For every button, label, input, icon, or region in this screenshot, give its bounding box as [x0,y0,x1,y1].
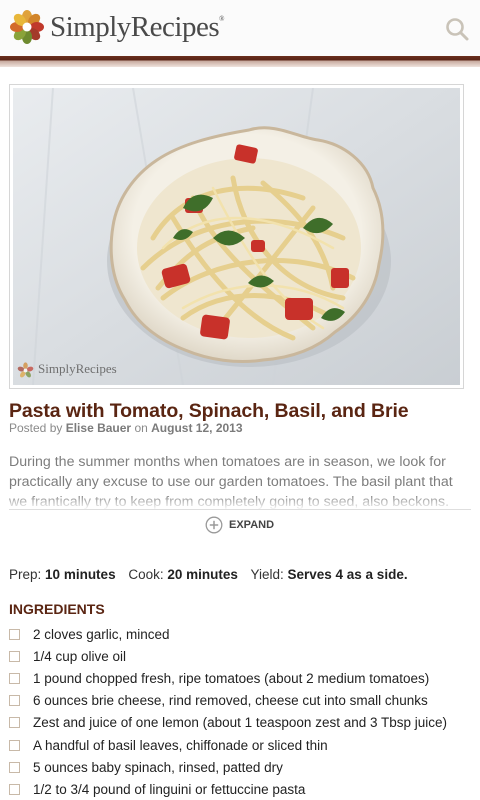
ingredient-text: 1 pound chopped fresh, ripe tomatoes (ab… [33,670,430,686]
expand-label: EXPAND [229,519,275,531]
plus-circle-icon [205,516,223,534]
ingredient-text: 1/4 cup olive oil [33,648,127,664]
ingredient-text: A handful of basil leaves, chiffonade or… [33,737,328,753]
ingredient-checkbox[interactable] [9,717,20,729]
pasta-bowl-image [13,88,460,385]
ingredient-item[interactable]: 1 pound chopped fresh, ripe tomatoes (ab… [9,667,474,689]
watermark-flower-icon [17,362,34,378]
ingredient-checkbox[interactable] [9,672,20,684]
ingredient-text: 2 cloves garlic, minced [33,626,170,642]
ingredient-item[interactable]: Zest and juice of one lemon (about 1 tea… [9,712,474,734]
flower-logo-icon[interactable] [9,9,45,45]
recipe-meta: Prep: 10 minutes Cook: 20 minutes Yield:… [9,567,408,582]
ingredient-item[interactable]: 1/2 to 3/4 pound of linguini or fettucci… [9,778,474,800]
ingredients-heading: INGREDIENTS [9,601,105,617]
recipe-title: Pasta with Tomato, Spinach, Basil, and B… [9,400,409,422]
ingredient-item[interactable]: 1/4 cup olive oil [9,645,474,667]
ingredient-item[interactable]: 6 ounces brie cheese, rind removed, chee… [9,690,474,712]
cook-label: Cook: [128,567,164,582]
ingredient-item[interactable]: 5 ounces baby spinach, rinsed, patted dr… [9,756,474,778]
ingredients-list: 2 cloves garlic, minced 1/4 cup olive oi… [9,623,474,800]
search-icon[interactable] [444,16,470,42]
recipe-photo [9,84,464,389]
intro-divider [9,509,471,510]
ingredient-checkbox[interactable] [9,761,20,773]
ingredient-checkbox[interactable] [9,739,20,751]
ingredient-checkbox[interactable] [9,783,20,795]
ingredient-item[interactable]: A handful of basil leaves, chiffonade or… [9,734,474,756]
brand-logo-text[interactable]: SimplyRecipes® [50,11,224,44]
ingredient-text: Zest and juice of one lemon (about 1 tea… [33,715,448,731]
ingredient-checkbox[interactable] [9,628,20,640]
recipe-intro: During the summer months when tomatoes a… [9,452,471,510]
ingredient-item[interactable]: 2 cloves garlic, minced [9,623,474,645]
prep-label: Prep: [9,567,42,582]
ingredient-text: 6 ounces brie cheese, rind removed, chee… [33,693,428,709]
cook-value: 20 minutes [167,567,238,582]
byline: Posted by Elise Bauer on August 12, 2013 [9,421,243,435]
ingredient-text: 1/2 to 3/4 pound of linguini or fettucci… [33,781,306,797]
yield-value: Serves 4 as a side. [287,567,408,582]
author-link[interactable]: Elise Bauer [66,421,131,435]
photo-watermark: SimplyRecipes [38,361,117,376]
intro-fade [9,494,471,510]
ingredient-text: 5 ounces baby spinach, rinsed, patted dr… [33,759,283,775]
ingredient-checkbox[interactable] [9,650,20,662]
expand-button[interactable]: EXPAND [205,516,274,534]
yield-label: Yield: [250,567,284,582]
ingredient-checkbox[interactable] [9,695,20,707]
post-date: August 12, 2013 [151,421,243,435]
app-header: SimplyRecipes® [0,0,480,56]
prep-value: 10 minutes [45,567,116,582]
header-divider-bar [0,56,480,67]
